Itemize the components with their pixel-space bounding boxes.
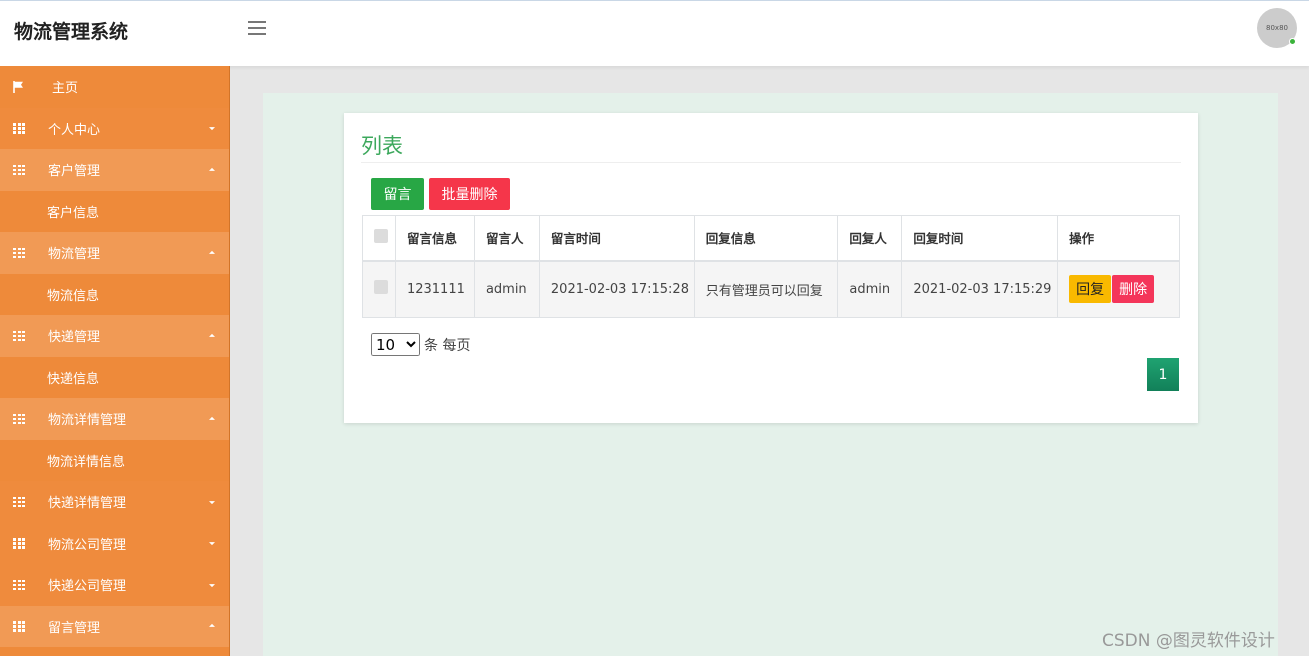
sidebar-item-express-detail-management[interactable]: 快递详情管理 — [0, 481, 229, 523]
avatar-placeholder-text: 80x80 — [1266, 24, 1288, 32]
message-time-cell: 2021-02-03 17:15:28 — [538, 260, 695, 318]
sidebar-item-label: 主页 — [52, 81, 79, 97]
page-title: 列表 — [361, 134, 403, 158]
delete-button[interactable]: 删除 — [1112, 275, 1155, 304]
column-header[interactable]: 回复人 — [837, 215, 903, 262]
select-all-cell — [362, 215, 396, 262]
grid-icon — [13, 413, 25, 425]
message-table: 留言信息 留言人 留言时间 回复信息 回复人 回复时间 操作 1231111 a… — [362, 215, 1180, 318]
avatar[interactable]: 80x80 — [1257, 8, 1297, 48]
sidebar-subitem-customer-info[interactable]: 客户信息 — [0, 190, 229, 232]
page-size-control: 10 条 每页 — [371, 333, 470, 356]
batch-delete-button[interactable]: 批量删除 — [429, 178, 510, 210]
column-header[interactable]: 回复时间 — [901, 215, 1059, 262]
sidebar-item-express-management[interactable]: 快递管理 — [0, 315, 229, 357]
caret-up-icon — [209, 250, 215, 254]
grid-icon — [13, 330, 25, 342]
select-all-checkbox[interactable] — [374, 229, 388, 244]
reply-time-cell: 2021-02-03 17:15:29 — [901, 260, 1059, 318]
grid-icon — [13, 123, 25, 134]
sidebar-item-label: 客户管理 — [48, 164, 101, 180]
grid-icon — [13, 579, 25, 591]
sidebar-subitem-logistics-info[interactable]: 物流信息 — [0, 273, 229, 315]
grid-icon — [13, 164, 25, 176]
caret-up-icon — [209, 333, 215, 337]
column-header[interactable]: 回复信息 — [693, 215, 839, 262]
sidebar-item-label: 客户信息 — [47, 205, 100, 221]
caret-up-icon — [209, 416, 215, 420]
sidebar-item-label: 物流详情信息 — [47, 454, 126, 470]
sidebar-subitem-logistics-detail-info[interactable]: 物流详情信息 — [0, 439, 229, 481]
row-select-cell — [362, 260, 396, 318]
sidebar-item-personal-center[interactable]: 个人中心 — [0, 107, 229, 149]
column-header[interactable]: 留言人 — [473, 215, 540, 262]
caret-down-icon — [209, 500, 215, 504]
reply-cell: 只有管理员可以回复 — [693, 260, 839, 318]
divider — [361, 162, 1181, 163]
sidebar-item-home[interactable]: 主页 — [0, 66, 229, 108]
reply-button[interactable]: 回复 — [1069, 275, 1112, 304]
row-checkbox[interactable] — [374, 280, 388, 295]
page-size-select[interactable]: 10 — [371, 333, 420, 356]
sidebar-item-express-company-management[interactable]: 快递公司管理 — [0, 564, 229, 606]
top-header: 物流管理系统 80x80 — [0, 0, 1309, 66]
column-header[interactable]: 留言时间 — [538, 215, 695, 262]
sidebar-subitem-express-info[interactable]: 快递信息 — [0, 356, 229, 398]
leave-message-button[interactable]: 留言 — [371, 178, 424, 210]
menu-toggle-icon[interactable] — [248, 21, 266, 35]
sidebar-item-label: 物流公司管理 — [48, 537, 127, 553]
sidebar-item-label: 快递公司管理 — [48, 579, 127, 595]
sidebar-item-message-management[interactable]: 留言管理 — [0, 605, 229, 647]
sidebar-item-logistics-company-management[interactable]: 物流公司管理 — [0, 522, 229, 564]
author-cell: admin — [473, 260, 540, 318]
replier-cell: admin — [837, 260, 903, 318]
caret-down-icon — [209, 127, 215, 131]
sidebar-item-label: 物流管理 — [48, 247, 101, 263]
page-size-suffix: 条 每页 — [424, 337, 471, 354]
online-status-dot — [1289, 38, 1296, 45]
sidebar-item-customer-management[interactable]: 客户管理 — [0, 149, 229, 191]
sidebar-item-logistics-management[interactable]: 物流管理 — [0, 232, 229, 274]
watermark-text: CSDN @图灵软件设计 — [1102, 631, 1275, 651]
grid-icon — [13, 496, 25, 508]
table-header-row: 留言信息 留言人 留言时间 回复信息 回复人 回复时间 操作 — [362, 215, 1180, 262]
sidebar-item-label: 快递管理 — [48, 330, 101, 346]
column-header: 操作 — [1057, 215, 1180, 262]
caret-up-icon — [209, 624, 215, 628]
app-title: 物流管理系统 — [14, 21, 129, 43]
sidebar-item-logistics-detail-management[interactable]: 物流详情管理 — [0, 398, 229, 440]
caret-down-icon — [209, 583, 215, 587]
message-cell: 1231111 — [394, 260, 475, 318]
sidebar-item-label: 物流信息 — [47, 288, 100, 304]
actions-cell: 回复 删除 — [1057, 260, 1180, 318]
grid-icon — [13, 538, 25, 549]
sidebar-item-label: 留言管理 — [48, 620, 101, 636]
column-header[interactable]: 留言信息 — [394, 215, 475, 262]
sidebar-item-label: 个人中心 — [48, 122, 101, 138]
list-card: 列表 留言 批量删除 留言信息 留言人 留言时间 回复信息 回复人 回复时间 操… — [344, 113, 1198, 423]
sidebar-item-label: 快递详情管理 — [48, 496, 127, 512]
caret-down-icon — [209, 542, 215, 546]
grid-icon — [13, 247, 25, 259]
caret-up-icon — [209, 167, 215, 171]
sidebar: 主页 个人中心 客户管理 客户信息 物流管理 物流信息 快递管理 快递信息 物流… — [0, 66, 230, 656]
sidebar-item-label: 快递信息 — [47, 371, 100, 387]
pagination-page-button[interactable]: 1 — [1147, 358, 1179, 391]
table-row: 1231111 admin 2021-02-03 17:15:28 只有管理员可… — [362, 260, 1180, 318]
flag-icon — [13, 80, 23, 93]
grid-icon — [13, 621, 25, 632]
sidebar-item-label: 物流详情管理 — [48, 413, 127, 429]
